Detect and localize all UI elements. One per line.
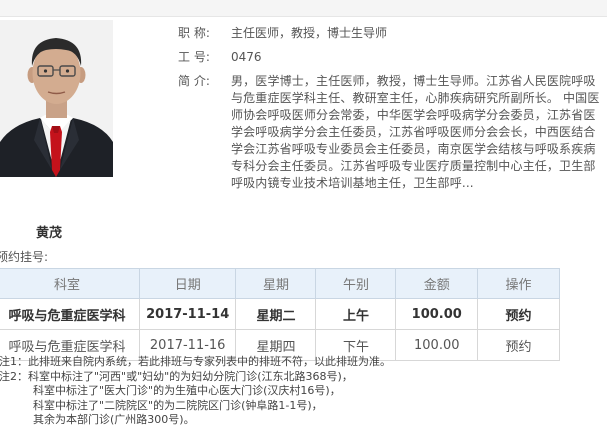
intro-label: 简 介: — [178, 74, 210, 88]
book-button[interactable]: 预约 — [477, 329, 560, 361]
id-value: 0476 — [231, 50, 262, 64]
note-1: 注1：此排班来自院内系统，若此排班与专家列表中的排班不符，以此排班为准。 — [0, 355, 391, 368]
schedule-table: 科室 日期 星期 午别 金额 操作 呼吸与危重症医学科 2017-11-14 星… — [0, 268, 560, 361]
id-label: 工 号: — [178, 50, 210, 64]
note-2-line-4: 其余为本部门诊(广州路300号)。 — [33, 413, 195, 426]
book-button[interactable]: 预约 — [477, 298, 560, 330]
header-fee: 金额 — [395, 268, 479, 299]
schedule-header-row: 科室 日期 星期 午别 金额 操作 — [0, 268, 560, 299]
header-session: 午别 — [315, 268, 397, 299]
cell-weekday: 星期二 — [235, 298, 317, 330]
note-2-line-2: 科室中标注了"医大门诊"的为生殖中心医大门诊(汉庆村16号)， — [33, 384, 341, 397]
title-label: 职 称: — [178, 26, 210, 40]
registration-label: 预约挂号: — [0, 250, 49, 264]
header-department: 科室 — [0, 268, 140, 299]
doctor-photo — [0, 20, 113, 177]
header-weekday: 星期 — [235, 268, 317, 299]
notes: 注1：此排班来自院内系统，若此排班与专家列表中的排班不符，以此排班为准。 注2：… — [0, 355, 391, 428]
table-row: 呼吸与危重症医学科 2017-11-14 星期二 上午 100.00 预约 — [0, 298, 560, 330]
cell-session: 上午 — [315, 298, 397, 330]
title-value: 主任医师，教授，博士生导师 — [231, 26, 388, 40]
cell-department: 呼吸与危重症医学科 — [0, 298, 140, 330]
intro-text: 男，医学博士，主任医师，教授，博士生导师。江苏省人民医院呼吸与危重症医学科主任、… — [231, 74, 600, 190]
top-bar — [0, 0, 607, 17]
note-2-line-3: 科室中标注了"二院院区"的为二院院区门诊(钟阜路1-1号)， — [33, 398, 323, 412]
cell-fee: 100.00 — [395, 329, 479, 361]
header-action: 操作 — [477, 268, 560, 299]
note-2: 注2：科室中标注了"河西"或"妇幼"的为妇幼分院门诊(江东北路368号)， — [0, 369, 353, 383]
cell-date: 2017-11-14 — [138, 298, 237, 330]
header-date: 日期 — [138, 268, 237, 299]
doctor-name: 黄茂 — [36, 226, 63, 241]
cell-fee: 100.00 — [395, 298, 479, 330]
